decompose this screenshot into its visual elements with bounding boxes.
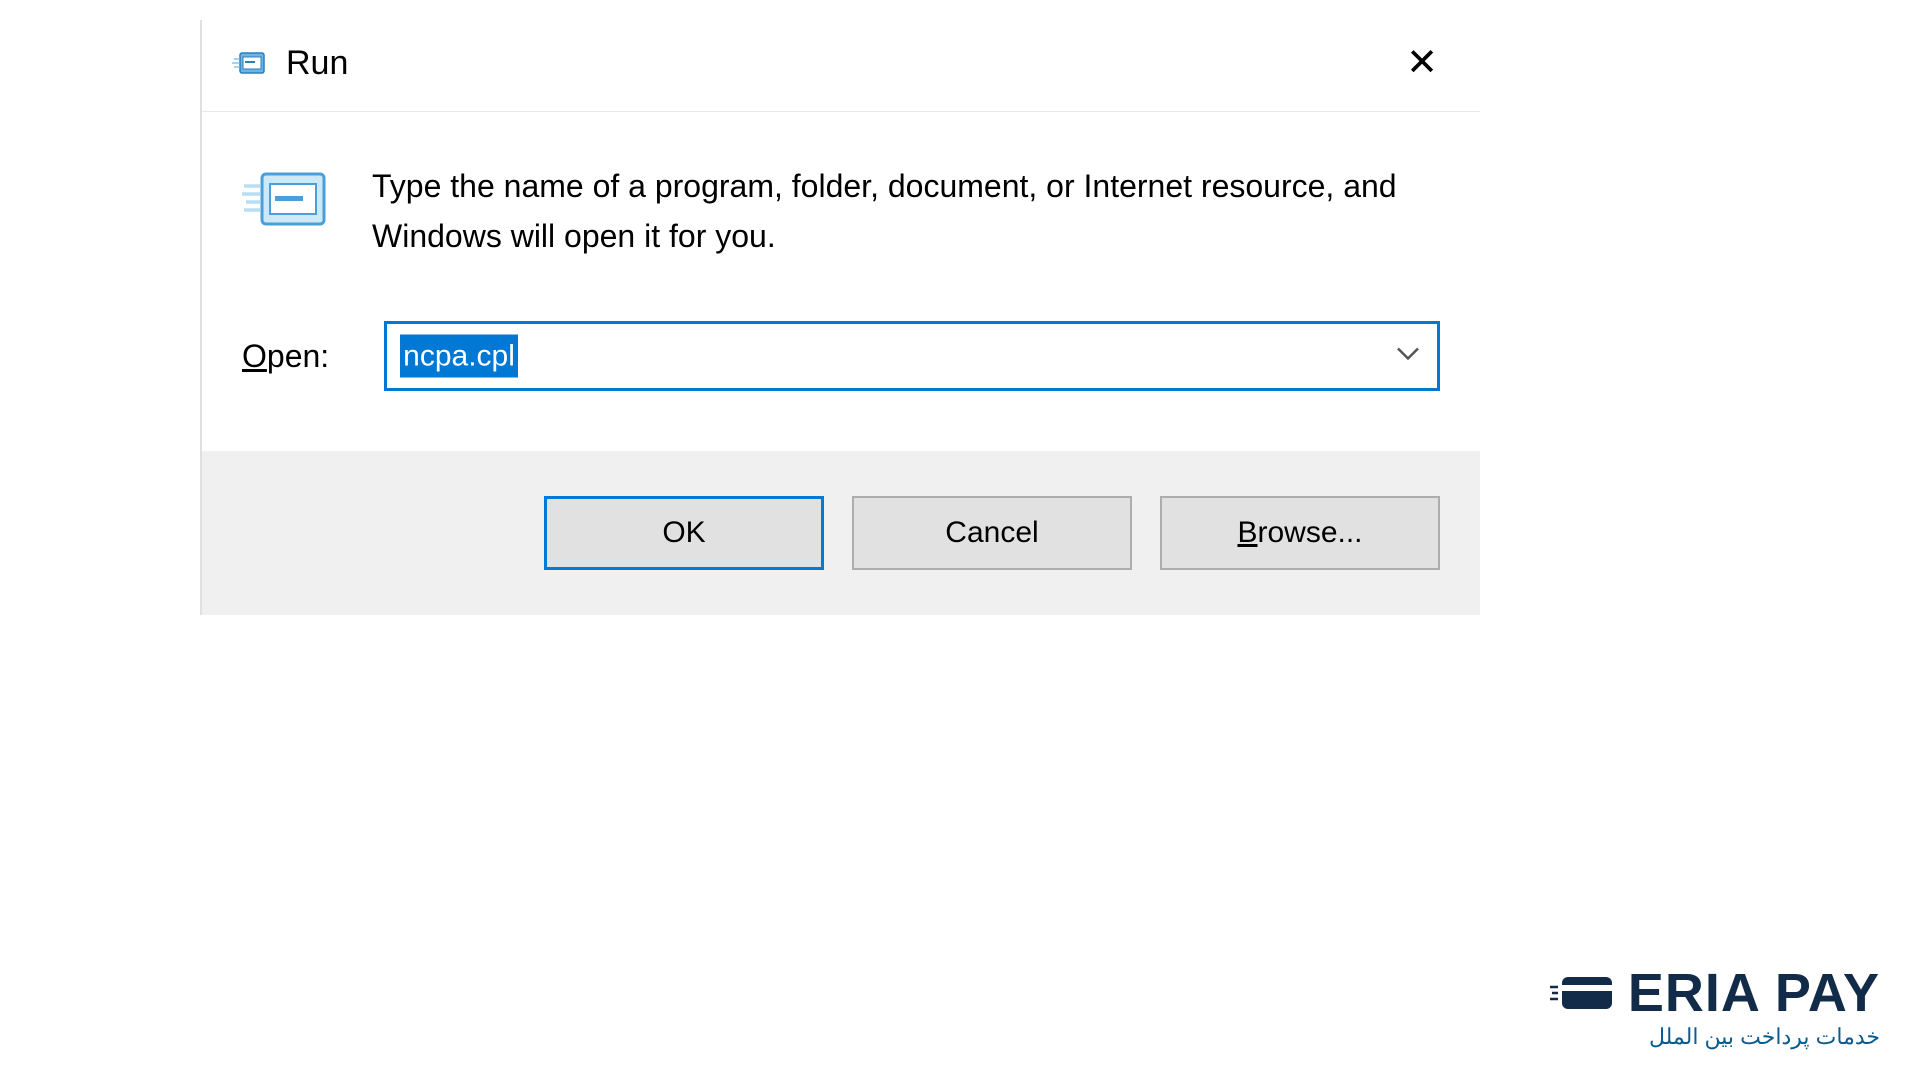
watermark-logo: ERIA PAY <box>1550 966 1880 1020</box>
ok-button[interactable]: OK <box>544 496 824 570</box>
close-icon[interactable]: ✕ <box>1394 40 1450 86</box>
button-bar: OK Cancel Browse... <box>202 451 1480 615</box>
run-dialog: Run ✕ Type the name of a program, folder… <box>200 20 1480 615</box>
open-row: Open: ncpa.cpl <box>242 321 1440 391</box>
info-row: Type the name of a program, folder, docu… <box>242 162 1440 261</box>
watermark-brand: ERIA PAY <box>1628 966 1880 1020</box>
open-combobox[interactable]: ncpa.cpl <box>384 321 1440 391</box>
titlebar-left: Run <box>232 44 348 83</box>
card-icon <box>1550 973 1616 1013</box>
open-input-selection: ncpa.cpl <box>400 335 518 378</box>
open-label: Open: <box>242 338 329 375</box>
cancel-button[interactable]: Cancel <box>852 496 1132 570</box>
titlebar: Run ✕ <box>202 20 1480 112</box>
browse-button[interactable]: Browse... <box>1160 496 1440 570</box>
dialog-description: Type the name of a program, folder, docu… <box>372 162 1440 261</box>
open-input[interactable] <box>384 321 1440 391</box>
watermark-subtitle: خدمات پرداخت بین الملل <box>1550 1024 1880 1050</box>
window-title: Run <box>286 44 348 83</box>
run-icon <box>232 49 268 77</box>
dialog-body: Type the name of a program, folder, docu… <box>202 112 1480 451</box>
run-large-icon <box>242 166 332 236</box>
watermark: ERIA PAY خدمات پرداخت بین الملل <box>1550 966 1880 1050</box>
